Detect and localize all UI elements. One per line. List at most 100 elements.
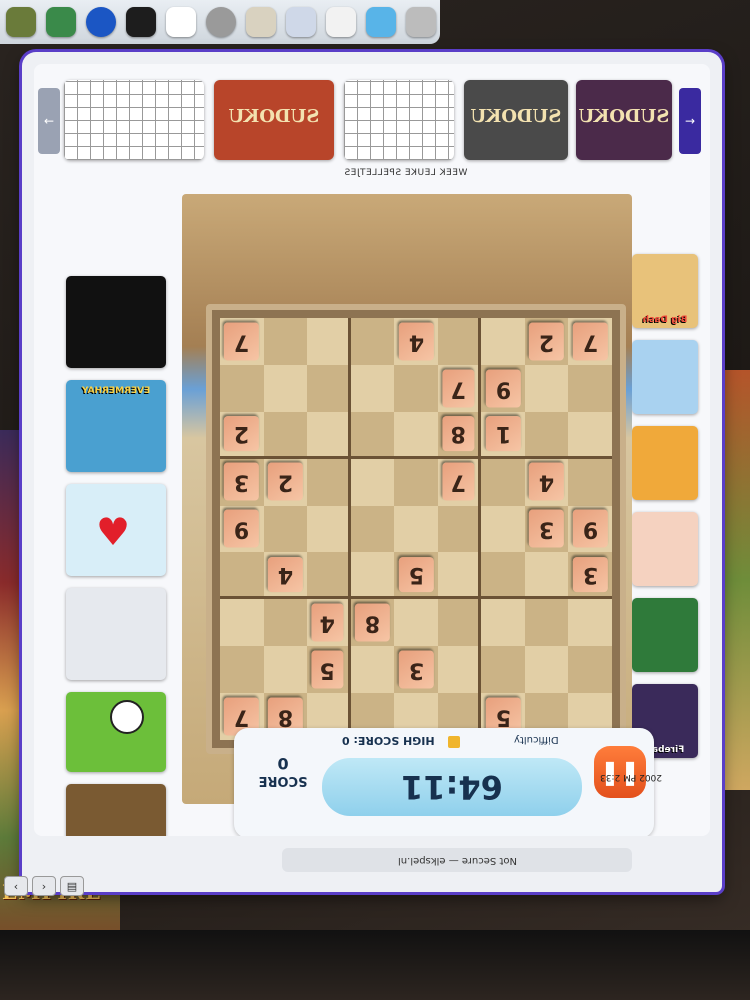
- sudoku-cell[interactable]: 9: [220, 505, 264, 553]
- number-tile[interactable]: 3: [529, 510, 565, 548]
- sudoku-cell[interactable]: [307, 364, 351, 412]
- sudoku-cell[interactable]: 3: [220, 458, 264, 506]
- number-tile[interactable]: 5: [311, 650, 344, 689]
- sudoku-cell[interactable]: [437, 318, 482, 365]
- app-icon[interactable]: [86, 7, 116, 37]
- url-field[interactable]: Not Secure — elkspel.nl: [282, 848, 632, 872]
- app-icon[interactable]: [246, 7, 276, 37]
- sudoku-cell[interactable]: [350, 552, 395, 600]
- sudoku-cell[interactable]: [437, 646, 482, 694]
- number-tile[interactable]: 4: [267, 556, 303, 592]
- sudoku-cell[interactable]: 5: [307, 646, 351, 694]
- sudoku-cell[interactable]: [481, 458, 525, 506]
- featured-thumb[interactable]: SUDOKU: [576, 80, 672, 160]
- number-tile[interactable]: 8: [355, 604, 390, 642]
- trash-icon[interactable]: [406, 7, 436, 37]
- game-tile[interactable]: [66, 588, 166, 680]
- sudoku-cell[interactable]: 1: [481, 411, 525, 459]
- sudoku-cell[interactable]: [263, 318, 308, 365]
- sudoku-cell[interactable]: [394, 411, 438, 459]
- sudoku-cell[interactable]: 4: [263, 552, 308, 600]
- sudoku-cell[interactable]: [263, 364, 308, 412]
- number-tile[interactable]: 1: [485, 416, 521, 452]
- app-icon[interactable]: [286, 7, 316, 37]
- sudoku-cell[interactable]: [263, 505, 308, 553]
- sudoku-cell[interactable]: 3: [524, 505, 569, 553]
- app-icon[interactable]: [46, 7, 76, 37]
- sudoku-cell[interactable]: [350, 505, 395, 553]
- sudoku-cell[interactable]: [568, 458, 612, 506]
- number-tile[interactable]: 7: [441, 369, 475, 408]
- sudoku-cell[interactable]: [481, 552, 525, 600]
- featured-thumb[interactable]: SUDOKU: [464, 80, 568, 160]
- sudoku-cell[interactable]: [437, 552, 482, 600]
- sudoku-cell[interactable]: [568, 364, 612, 412]
- sudoku-cell[interactable]: 7: [568, 318, 612, 365]
- sudoku-cell[interactable]: [524, 646, 569, 694]
- sudoku-cell[interactable]: [394, 599, 438, 647]
- sudoku-cell[interactable]: [524, 599, 569, 647]
- sudoku-cell[interactable]: [481, 505, 525, 553]
- sudoku-cell[interactable]: [220, 364, 264, 412]
- sudoku-cell[interactable]: 3: [394, 646, 438, 694]
- sudoku-cell[interactable]: [220, 552, 264, 600]
- sudoku-cell[interactable]: [263, 646, 308, 694]
- game-tile[interactable]: [632, 512, 698, 586]
- sudoku-cell[interactable]: [524, 411, 569, 459]
- sudoku-cell[interactable]: [307, 411, 351, 459]
- sudoku-cell[interactable]: 5: [394, 552, 438, 600]
- sudoku-cell[interactable]: [437, 505, 482, 553]
- sidebar-toggle-button[interactable]: ▤: [60, 876, 84, 896]
- sudoku-cell[interactable]: [350, 646, 395, 694]
- strip-next-button[interactable]: →: [679, 88, 701, 154]
- number-tile[interactable]: 2: [529, 322, 565, 361]
- sudoku-cell[interactable]: [220, 646, 264, 694]
- sudoku-cell[interactable]: 7: [437, 458, 482, 506]
- number-tile[interactable]: 7: [441, 463, 475, 501]
- number-tile[interactable]: 2: [224, 416, 260, 452]
- sudoku-cell[interactable]: 2: [220, 411, 264, 459]
- sudoku-cell[interactable]: [481, 318, 525, 365]
- terminal-icon[interactable]: [126, 7, 156, 37]
- sudoku-cell[interactable]: [350, 364, 395, 412]
- sudoku-cell[interactable]: [307, 552, 351, 600]
- sudoku-cell[interactable]: [394, 364, 438, 412]
- number-tile[interactable]: 8: [441, 416, 475, 452]
- game-tile[interactable]: [66, 784, 166, 836]
- sudoku-cell[interactable]: 2: [524, 318, 569, 365]
- sudoku-cell[interactable]: [481, 646, 525, 694]
- game-tile[interactable]: Big Dash: [632, 254, 698, 328]
- sudoku-cell[interactable]: 7: [220, 318, 264, 365]
- sudoku-cell[interactable]: 8: [437, 411, 482, 459]
- sudoku-cell[interactable]: 8: [350, 599, 395, 647]
- number-tile[interactable]: 2: [267, 463, 303, 501]
- settings-icon[interactable]: [206, 7, 236, 37]
- sudoku-cell[interactable]: 2: [263, 458, 308, 506]
- featured-thumb[interactable]: SUDOKU: [214, 80, 334, 160]
- sudoku-cell[interactable]: [524, 364, 569, 412]
- number-tile[interactable]: 9: [572, 510, 608, 548]
- forward-button[interactable]: ›: [32, 876, 56, 896]
- sudoku-cell[interactable]: [481, 599, 525, 647]
- app-icon[interactable]: [6, 7, 36, 37]
- sudoku-cell[interactable]: 4: [394, 318, 438, 365]
- game-tile[interactable]: [632, 426, 698, 500]
- number-tile[interactable]: 3: [572, 556, 608, 592]
- number-tile[interactable]: 3: [398, 650, 434, 689]
- game-tile[interactable]: [66, 276, 166, 368]
- sudoku-cell[interactable]: [437, 599, 482, 647]
- sudoku-cell[interactable]: [394, 505, 438, 553]
- sudoku-cell[interactable]: [220, 599, 264, 647]
- number-tile[interactable]: 4: [311, 604, 344, 642]
- folder-icon[interactable]: [366, 7, 396, 37]
- sudoku-cell[interactable]: [307, 318, 351, 365]
- featured-thumb[interactable]: [344, 80, 454, 160]
- sudoku-cell[interactable]: [350, 411, 395, 459]
- sudoku-cell[interactable]: 4: [524, 458, 569, 506]
- sudoku-cell[interactable]: [307, 458, 351, 506]
- number-tile[interactable]: 3: [224, 463, 260, 501]
- featured-thumb[interactable]: [64, 80, 204, 160]
- number-tile[interactable]: 4: [398, 322, 434, 361]
- sudoku-cell[interactable]: 4: [307, 599, 351, 647]
- sudoku-cell[interactable]: 9: [568, 505, 612, 553]
